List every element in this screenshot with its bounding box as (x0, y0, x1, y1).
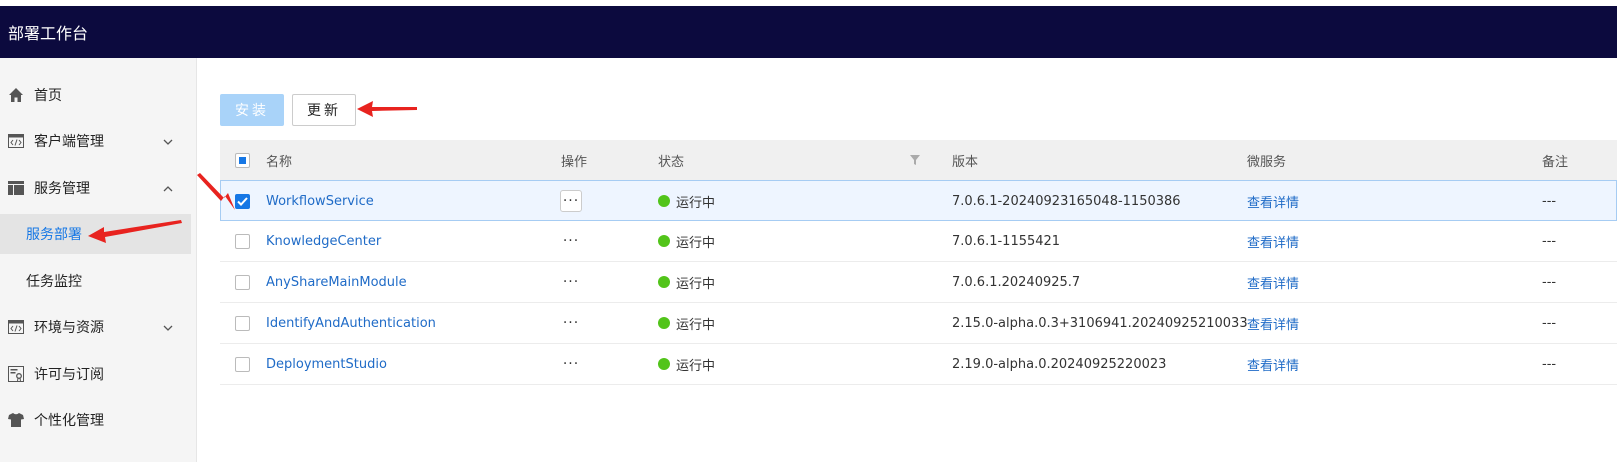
view-details-link[interactable]: 查看详情 (1247, 221, 1299, 261)
note-text: --- (1542, 233, 1557, 249)
chevron-down-icon (163, 320, 173, 334)
sidebar-item-client-management[interactable]: 客户端管理 (0, 121, 197, 161)
row-checkbox[interactable] (235, 181, 250, 221)
license-icon (8, 366, 24, 382)
view-details-link[interactable]: 查看详情 (1247, 262, 1299, 302)
status-text: 运行中 (676, 358, 716, 374)
note-text: --- (1542, 315, 1557, 331)
row-actions-button[interactable]: ··· (560, 181, 582, 221)
status-cell: 运行中 (658, 181, 715, 221)
sidebar-item-environment[interactable]: 环境与资源 (0, 307, 197, 347)
version-text: 7.0.6.1-1155421 (952, 233, 1061, 249)
status-dot-icon (658, 235, 670, 247)
row-actions-button[interactable]: ··· (560, 303, 582, 343)
row-actions-button[interactable]: ··· (560, 221, 582, 261)
status-dot-icon (658, 358, 670, 370)
service-name-link[interactable]: AnyShareMainModule (266, 262, 407, 302)
shirt-icon (8, 412, 24, 428)
layout-icon (8, 180, 24, 196)
version-text: 2.19.0-alpha.0.20240925220023 (952, 356, 1167, 372)
note-text: --- (1542, 274, 1557, 290)
version-text: 2.15.0-alpha.0.3+3106941.20240925210033 (952, 315, 1248, 331)
view-details-link[interactable]: 查看详情 (1247, 303, 1299, 343)
more-icon: ··· (560, 190, 582, 212)
version-text: 7.0.6.1-20240923165048-1150386 (952, 193, 1181, 209)
column-header-version: 版本 (952, 154, 979, 170)
row-actions-button[interactable]: ··· (560, 344, 582, 384)
row-checkbox[interactable] (235, 303, 250, 343)
main-content: 安装 更新 名称 操作 状态 版本 微服务 备注 WorkflowService… (198, 58, 1617, 462)
status-cell: 运行中 (658, 221, 715, 261)
table-row[interactable]: WorkflowService ··· 运行中 7.0.6.1-20240923… (220, 180, 1617, 221)
sidebar-item-label: 个性化管理 (34, 413, 104, 429)
service-name-link[interactable]: IdentifyAndAuthentication (266, 303, 436, 343)
sidebar-item-home[interactable]: 首页 (0, 75, 197, 115)
column-header-status: 状态 (658, 154, 685, 170)
sidebar-item-label: 任务监控 (26, 274, 82, 290)
column-header-name: 名称 (266, 154, 293, 170)
sidebar-item-label: 许可与订阅 (34, 367, 104, 383)
sidebar-item-task-monitor[interactable]: 任务监控 (0, 261, 197, 301)
sidebar: 首页 客户端管理 服务管理 服务部署 任务监控 环境与资源 许可与订阅 个性化管… (0, 58, 197, 462)
sidebar-item-label: 首页 (34, 88, 62, 104)
home-icon (8, 87, 24, 103)
status-cell: 运行中 (658, 262, 715, 302)
service-name-link[interactable]: DeploymentStudio (266, 344, 387, 384)
status-cell: 运行中 (658, 303, 715, 343)
chevron-up-icon (163, 181, 173, 195)
more-icon: ··· (562, 274, 580, 290)
status-text: 运行中 (676, 195, 716, 211)
table-row[interactable]: IdentifyAndAuthentication ··· 运行中 2.15.0… (220, 303, 1617, 344)
row-checkbox[interactable] (235, 221, 250, 261)
row-checkbox[interactable] (235, 262, 250, 302)
row-checkbox[interactable] (235, 344, 250, 384)
service-name-link[interactable]: WorkflowService (266, 181, 374, 221)
chevron-down-icon (163, 134, 173, 148)
update-button[interactable]: 更新 (292, 94, 356, 126)
note-text: --- (1542, 356, 1557, 372)
table-header: 名称 操作 状态 版本 微服务 备注 (220, 140, 1617, 180)
version-text: 7.0.6.1.20240925.7 (952, 274, 1081, 290)
app-title: 部署工作台 (8, 24, 89, 43)
column-header-microservice: 微服务 (1247, 154, 1287, 170)
sidebar-item-label: 服务管理 (34, 181, 90, 197)
more-icon: ··· (562, 356, 580, 372)
select-all-checkbox[interactable] (235, 140, 250, 180)
row-actions-button[interactable]: ··· (560, 262, 582, 302)
code-window-icon (8, 319, 24, 335)
status-cell: 运行中 (658, 344, 715, 384)
sidebar-item-label: 客户端管理 (34, 134, 104, 150)
code-window-icon (8, 133, 24, 149)
more-icon: ··· (562, 233, 580, 249)
status-text: 运行中 (676, 235, 716, 251)
column-header-note: 备注 (1542, 154, 1569, 170)
sidebar-item-service-management[interactable]: 服务管理 (0, 168, 197, 208)
status-text: 运行中 (676, 317, 716, 333)
service-name-link[interactable]: KnowledgeCenter (266, 221, 381, 261)
status-dot-icon (658, 195, 670, 207)
filter-icon[interactable] (910, 140, 920, 180)
install-button[interactable]: 安装 (220, 94, 284, 126)
column-header-ops: 操作 (561, 154, 588, 170)
view-details-link[interactable]: 查看详情 (1247, 181, 1299, 221)
status-dot-icon (658, 276, 670, 288)
table-row[interactable]: KnowledgeCenter ··· 运行中 7.0.6.1-1155421 … (220, 221, 1617, 262)
sidebar-item-personalization[interactable]: 个性化管理 (0, 400, 197, 440)
table-row[interactable]: AnyShareMainModule ··· 运行中 7.0.6.1.20240… (220, 262, 1617, 303)
sidebar-item-service-deploy[interactable]: 服务部署 (0, 214, 191, 254)
view-details-link[interactable]: 查看详情 (1247, 344, 1299, 384)
status-text: 运行中 (676, 276, 716, 292)
more-icon: ··· (562, 315, 580, 331)
status-dot-icon (658, 317, 670, 329)
app-header: 部署工作台 (0, 6, 1617, 58)
sidebar-item-license[interactable]: 许可与订阅 (0, 354, 197, 394)
sidebar-item-label: 服务部署 (26, 227, 82, 243)
table-row[interactable]: DeploymentStudio ··· 运行中 2.19.0-alpha.0.… (220, 344, 1617, 385)
note-text: --- (1542, 193, 1557, 209)
sidebar-item-label: 环境与资源 (34, 320, 104, 336)
